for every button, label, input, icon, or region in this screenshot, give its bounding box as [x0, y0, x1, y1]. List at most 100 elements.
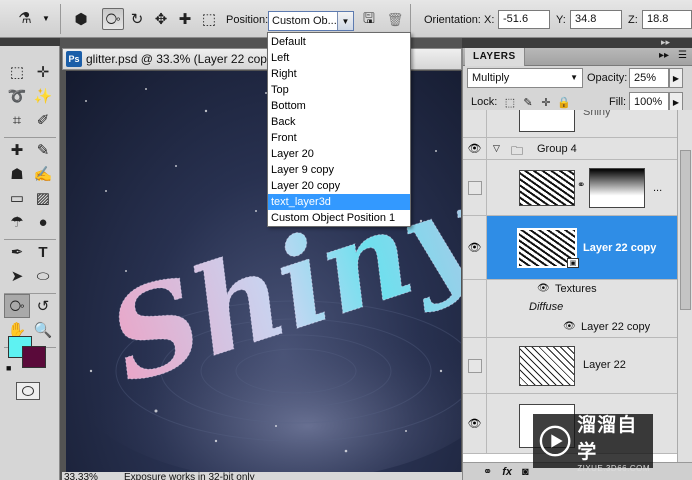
- layer-effects-textures-row[interactable]: 👁 Textures: [463, 280, 677, 298]
- healing-brush-tool-icon[interactable]: ✚: [4, 138, 30, 162]
- position-option-right[interactable]: Right: [268, 66, 410, 82]
- layer-row-masked[interactable]: ⚭ ...: [463, 160, 677, 216]
- visibility-box[interactable]: [467, 358, 482, 373]
- 3d-tool-preset-icon[interactable]: ⚗: [14, 7, 36, 29]
- 3d-move-icon[interactable]: ✚: [174, 8, 196, 30]
- 3d-pan-icon[interactable]: ↻: [126, 8, 148, 30]
- position-option-layer-20[interactable]: Layer 20: [268, 146, 410, 162]
- default-colors-icon[interactable]: ■: [6, 363, 11, 373]
- crop-tool-icon[interactable]: ⌗: [4, 108, 30, 132]
- 3d-roll-icon[interactable]: ⧂: [102, 8, 124, 30]
- visibility-box[interactable]: [467, 180, 482, 195]
- path-selection-tool-icon[interactable]: ➤: [4, 264, 30, 288]
- layer-row-selected[interactable]: 👁 ▣ Layer 22 copy: [463, 216, 677, 280]
- opacity-slider-arrow-icon[interactable]: ▶: [669, 68, 683, 88]
- opacity-field[interactable]: 25%: [629, 68, 669, 88]
- position-select[interactable]: Custom Ob... ▼: [268, 11, 354, 31]
- eye-icon[interactable]: 👁: [463, 138, 487, 159]
- marquee-tool-icon[interactable]: ⬚: [4, 60, 30, 84]
- layer-visibility-cell[interactable]: [463, 160, 487, 215]
- ps-document-icon: Ps: [66, 51, 82, 67]
- lasso-tool-icon[interactable]: ➰: [4, 84, 30, 108]
- ellipse-tool-icon[interactable]: ⬭: [30, 264, 56, 288]
- y-field[interactable]: 34.8: [570, 10, 622, 29]
- textures-label: Textures: [555, 283, 597, 295]
- layer-group-row[interactable]: 👁 ▽ 🗀 Group 4: [463, 138, 677, 160]
- gradient-tool-icon[interactable]: ▨: [30, 186, 56, 210]
- z-field[interactable]: 18.8: [642, 10, 692, 29]
- mask-link-icon[interactable]: ⚭: [577, 180, 585, 191]
- 3d-slide-icon[interactable]: ✥: [150, 8, 172, 30]
- eyedropper-tool-icon[interactable]: ✐: [30, 108, 56, 132]
- layers-scrollbar[interactable]: [677, 110, 692, 462]
- lock-label: Lock:: [471, 96, 498, 108]
- background-color-swatch[interactable]: [22, 346, 46, 368]
- brush-tool-icon[interactable]: ✎: [30, 138, 56, 162]
- x-field[interactable]: -51.6: [498, 10, 550, 29]
- position-option-layer-20-copy[interactable]: Layer 20 copy: [268, 178, 410, 194]
- fx-icon[interactable]: fx: [502, 466, 512, 478]
- position-option-top[interactable]: Top: [268, 82, 410, 98]
- magic-wand-tool-icon[interactable]: ✨: [30, 84, 56, 108]
- scrollbar-thumb[interactable]: [680, 150, 691, 310]
- position-option-default[interactable]: Default: [268, 34, 410, 50]
- eye-icon[interactable]: 👁: [563, 321, 576, 332]
- eraser-tool-icon[interactable]: ▭: [4, 186, 30, 210]
- blend-mode-select[interactable]: Multiply ▼: [467, 68, 583, 88]
- link-layers-icon[interactable]: ⚭: [483, 465, 492, 478]
- zoom-tool-icon[interactable]: 🔍: [30, 318, 56, 342]
- clone-stamp-tool-icon[interactable]: ☗: [4, 162, 30, 186]
- panel-expand-icon[interactable]: ▸▸: [659, 50, 669, 61]
- lock-transparent-icon[interactable]: ⬚: [503, 95, 517, 109]
- save-position-icon[interactable]: 🖫: [358, 9, 380, 31]
- lock-position-icon[interactable]: ✛: [539, 95, 553, 109]
- layer-row[interactable]: Layer 22: [463, 338, 677, 394]
- eye-icon[interactable]: 👁: [463, 216, 487, 279]
- position-option-back[interactable]: Back: [268, 114, 410, 130]
- blur-tool-icon[interactable]: ☂: [4, 210, 30, 234]
- 3d-camera-tool-icon[interactable]: ↺: [30, 294, 56, 318]
- y-label: Y:: [556, 14, 566, 26]
- layer-effects-texture-layer-row[interactable]: 👁 Layer 22 copy: [463, 316, 677, 338]
- tab-layers[interactable]: LAYERS: [465, 48, 525, 66]
- position-option-front[interactable]: Front: [268, 130, 410, 146]
- lock-image-icon[interactable]: ✎: [521, 95, 535, 109]
- layer-visibility-cell: [463, 298, 487, 316]
- 3d-rotate-icon[interactable]: ⬢: [70, 8, 92, 30]
- chevron-down-icon[interactable]: ▼: [570, 73, 578, 82]
- layer-row[interactable]: Shiny: [463, 110, 677, 138]
- 3d-layer-badge-icon: ▣: [567, 258, 579, 268]
- eye-icon[interactable]: 👁: [463, 394, 487, 453]
- layer-mask-thumbnail[interactable]: [589, 168, 645, 208]
- zoom-level[interactable]: 33.33%: [64, 472, 98, 480]
- layer-visibility-cell[interactable]: [463, 338, 487, 393]
- add-mask-icon[interactable]: ◙: [522, 466, 529, 478]
- position-option-text-layer3d[interactable]: text_layer3d: [268, 194, 410, 210]
- layer-name: Shiny: [583, 110, 611, 118]
- quick-mask-button[interactable]: [16, 382, 40, 400]
- move-tool-icon[interactable]: ✛: [30, 60, 56, 84]
- fill-field[interactable]: 100%: [629, 92, 669, 112]
- position-option-bottom[interactable]: Bottom: [268, 98, 410, 114]
- eye-icon[interactable]: 👁: [537, 283, 550, 294]
- 3d-scale-icon[interactable]: ⬚: [198, 8, 220, 30]
- pen-tool-icon[interactable]: ✒: [4, 240, 30, 264]
- x-label: X:: [484, 14, 495, 26]
- position-option-layer-9-copy[interactable]: Layer 9 copy: [268, 162, 410, 178]
- lock-all-icon[interactable]: 🔒: [557, 95, 571, 109]
- preset-dropdown-arrow-icon[interactable]: ▼: [42, 14, 50, 23]
- chevron-down-icon[interactable]: ▼: [337, 12, 353, 30]
- layer-visibility-cell[interactable]: [463, 110, 487, 137]
- panel-collapse-icon[interactable]: ▸▸: [661, 37, 670, 48]
- type-tool-icon[interactable]: T: [30, 240, 56, 264]
- position-option-custom-object-position-1[interactable]: Custom Object Position 1: [268, 210, 410, 226]
- group-expand-triangle-icon[interactable]: ▽: [493, 143, 500, 154]
- dodge-tool-icon[interactable]: ●: [30, 210, 56, 234]
- 3d-object-rotate-tool-icon[interactable]: ⧂: [4, 294, 30, 318]
- panel-menu-icon[interactable]: ☰: [678, 50, 687, 61]
- layer-effects-diffuse-row[interactable]: Diffuse: [463, 298, 677, 316]
- delete-position-icon[interactable]: 🗑: [384, 9, 406, 31]
- position-option-left[interactable]: Left: [268, 50, 410, 66]
- fill-slider-arrow-icon[interactable]: ▶: [669, 92, 683, 112]
- history-brush-tool-icon[interactable]: ✍: [30, 162, 56, 186]
